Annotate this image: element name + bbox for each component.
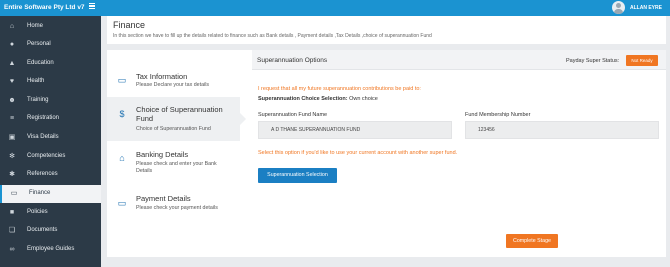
users-icon: ☻ [8,97,16,104]
step-list: ▭ Tax Information Please Declare your ta… [107,50,251,257]
briefcase-icon: ■ [9,209,15,216]
sidebar-item-label: Education [27,60,54,66]
step-choice-of-superannuation[interactable]: $ Choice of Superannuation Fund Choice o… [107,97,246,141]
panel-title: Superannuation Options [257,57,328,64]
references-icon: ✱ [9,171,15,178]
sidebar-item-label: Training [27,97,49,103]
step-description: Please Declare your tax details [136,82,210,88]
money-icon: ▭ [117,198,127,208]
step-description: Choice of Superannuation Fund [136,126,211,132]
sidebar-item-label: Registration [27,115,60,121]
page-header: Finance In this section we have to fill … [107,16,666,44]
superannuation-selection-button[interactable]: Superannuation Selection [258,168,337,183]
money-icon: ▭ [117,75,127,85]
sidebar-item-employee-guides[interactable]: ∞ Employee Guides [0,241,101,259]
documents-icon: ❏ [8,227,16,234]
sidebar-item-label: Documents [27,227,58,233]
panel-header: Superannuation Options Payday Super Stat… [252,50,666,70]
sidebar-item-registration[interactable]: ≡ Registration [0,110,101,128]
user-name[interactable]: ALLAN EYRE [630,5,662,11]
active-step-arrow [240,113,246,125]
choice-value: Own choice [349,96,378,102]
sidebar-item-visa-details[interactable]: ▣ Visa Details [0,129,101,147]
status-label: Payday Super Status: [566,58,620,64]
home-icon: ⌂ [9,23,15,30]
page-title: Finance [113,20,146,30]
sidebar-item-label: Personal [27,41,51,47]
passport-icon: ▣ [8,134,16,141]
sidebar-item-finance[interactable]: ▭ Finance [0,185,101,203]
step-title: Choice of Superannuation Fund [136,105,223,123]
sidebar-item-label: Visa Details [27,134,59,140]
sidebar-item-competencies[interactable]: ✻ Competencies [0,148,101,166]
step-tax-information[interactable]: ▭ Tax Information Please Declare your ta… [107,64,240,96]
step-description: Please check and enter your Bank Details [136,161,217,174]
sidebar-item-label: Employee Guides [27,246,75,252]
request-text: I request that all my future superannuat… [258,86,421,92]
step-banking-details[interactable]: ⌂ Banking Details Please check and enter… [107,144,240,182]
complete-stage-button[interactable]: Complete Stage [506,234,558,248]
graduation-cap-icon: ▲ [8,60,16,67]
sidebar-item-label: Home [27,23,44,29]
choice-label: Superannuation Choice Selection: [258,96,348,102]
sidebar-item-label: Finance [29,190,51,196]
membership-label: Fund Membership Number [465,112,531,118]
membership-number-field[interactable]: 123456 [465,121,659,139]
sidebar-item-policies[interactable]: ■ Policies [0,204,101,222]
sidebar-item-training[interactable]: ☻ Training [0,92,101,110]
sidebar-item-documents[interactable]: ❏ Documents [0,222,101,240]
sidebar-item-home[interactable]: ⌂ Home [0,18,101,36]
bank-icon: ⌂ [119,153,125,163]
hint-text: Select this option if you'd like to use … [258,150,458,156]
user-icon: ● [9,41,15,48]
step-title: Banking Details [136,150,189,159]
sidebar-item-label: Health [27,78,45,84]
sidebar: ⌂ Home ● Personal ▲ Education ♥ Health ☻… [0,16,101,267]
fund-name-field[interactable]: A D THANE SUPERANNUATION FUND [258,121,452,139]
sidebar-item-education[interactable]: ▲ Education [0,55,101,73]
dollar-icon: $ [119,109,125,119]
sidebar-item-health[interactable]: ♥ Health [0,73,101,91]
menu-toggle-icon[interactable] [89,3,95,10]
superannuation-panel: Superannuation Options Payday Super Stat… [252,50,666,257]
choice-selection: Superannuation Choice Selection: Own cho… [258,96,378,102]
app-title: Entire Software Pty Ltd v7 [4,4,85,11]
top-bar: Entire Software Pty Ltd v7 ALLAN EYRE [0,0,670,16]
sidebar-item-label: Competencies [27,153,66,159]
list-icon: ≡ [9,115,15,122]
step-payment-details[interactable]: ▭ Payment Details Please check your paym… [107,188,240,218]
finance-card: ▭ Tax Information Please Declare your ta… [107,50,666,257]
sidebar-item-label: Policies [27,209,48,215]
sidebar-item-label: References [27,171,58,177]
fund-name-label: Superannuation Fund Name [258,112,328,118]
step-title: Tax Information [136,72,188,81]
page-description: In this section we have to fill up the d… [113,33,432,39]
status-badge: Not Ready [626,55,658,66]
sidebar-item-personal[interactable]: ● Personal [0,36,101,54]
avatar[interactable] [612,1,625,14]
step-description: Please check your payment details [136,205,218,211]
heart-icon: ♥ [9,78,15,85]
step-title: Payment Details [136,194,191,203]
money-icon: ▭ [10,190,18,197]
guides-icon: ∞ [9,246,15,253]
gears-icon: ✻ [9,153,15,160]
sidebar-item-references[interactable]: ✱ References [0,166,101,184]
